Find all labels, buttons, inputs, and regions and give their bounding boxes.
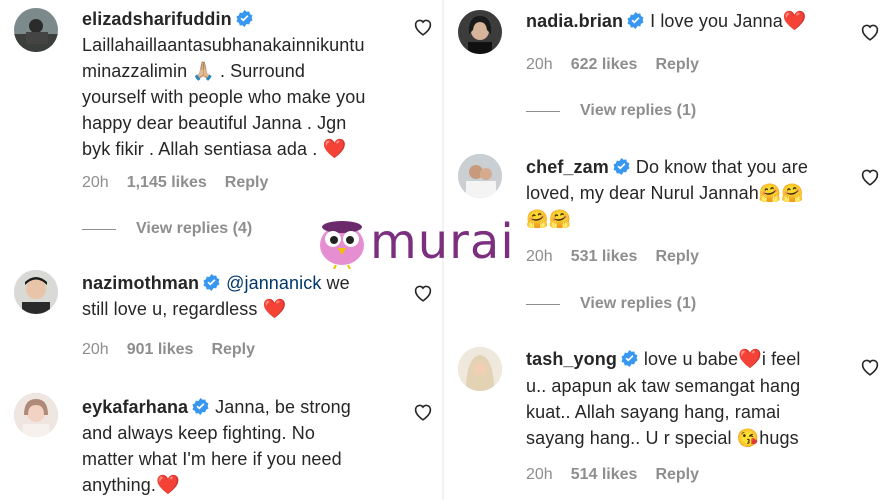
comment-meta: 20h 622 likes Reply [526,56,699,74]
avatar[interactable] [14,8,58,52]
comment-text: nazimothman @jannanick we still love u, r… [82,270,402,323]
hugging-face-emoji: 🤗 [526,209,549,229]
verified-badge-icon [613,158,630,175]
view-replies-button[interactable]: View replies (1) [526,295,696,313]
verified-badge-icon [627,12,644,29]
heart-like-icon[interactable] [860,358,880,376]
comment-meta: 20h 514 likes Reply [526,466,699,484]
hugging-face-emoji: 🤗 [758,183,782,203]
username[interactable]: nadia.brian [526,11,623,31]
comment-line: kuat.. Allah sayang hang, ramai [526,402,781,422]
verified-badge-icon [621,350,638,367]
comment-text: eykafarhana Janna, be strong and always k… [82,394,412,499]
likes-count[interactable]: 531 likes [571,248,638,266]
comment-line: byk fikir . Allah sentiasa ada . [82,139,318,159]
heart-like-icon[interactable] [413,18,433,36]
comment-line: sayang hang.. U r special [526,428,732,448]
view-replies-label: View replies (4) [136,220,253,237]
comment-line: yourself with people who make you [82,87,366,107]
view-replies-label: View replies (1) [580,295,697,312]
timestamp: 20h [526,56,553,73]
heart-emoji: ❤️ [155,475,180,496]
comment-line: Janna, be strong [215,397,351,417]
comment-text: elizadsharifuddin Laillahaillaantasubhan… [82,6,412,163]
comment-line: love u babe [643,349,739,369]
hugging-face-emoji: 🤗 [781,183,804,203]
bird-mascot-icon [320,221,364,269]
avatar[interactable] [14,270,58,314]
comment-line: still love u, regardless [82,299,258,319]
comment-meta: 20h 1,145 likes Reply [82,174,268,192]
comment-line: . Surround [219,61,306,81]
comment-meta: 20h 901 likes Reply [82,341,255,359]
username[interactable]: chef_zam [526,157,609,177]
comment-line: happy dear beautiful Janna . Jgn [82,113,347,133]
heart-emoji: ❤️ [322,139,347,160]
verified-badge-icon [192,398,209,415]
username[interactable]: tash_yong [526,349,617,369]
verified-badge-icon [203,274,220,291]
view-replies-button[interactable]: View replies (4) [82,220,252,238]
timestamp: 20h [82,174,109,191]
comment-line: minazzalimin [82,61,188,81]
comment-meta: 20h 531 likes Reply [526,248,699,266]
heart-like-icon[interactable] [860,23,880,41]
avatar[interactable] [458,10,502,54]
comment-line: Do know that you are [635,157,808,177]
view-replies-button[interactable]: View replies (1) [526,102,696,120]
comment-text: chef_zam Do know that you are loved, my d… [526,154,856,232]
divider [526,110,560,112]
avatar[interactable] [458,347,502,391]
kissing-face-emoji: 😘 [736,428,760,448]
comment-line: matter what I'm here if you need [82,449,342,469]
heart-like-icon[interactable] [860,168,880,186]
comment-line: anything. [82,475,156,495]
username[interactable]: nazimothman [82,273,199,293]
watermark-text: murai [370,214,515,270]
hugging-face-emoji: 🤗 [548,209,572,229]
likes-count[interactable]: 622 likes [571,56,638,74]
username[interactable]: elizadsharifuddin [82,9,232,29]
username[interactable]: eykafarhana [82,397,188,417]
heart-emoji: ❤️ [262,299,287,320]
comment-line: u.. apapun ak taw semangat hang [526,376,801,396]
comment-text: tash_yong love u babe❤️i feel u.. apapun … [526,346,856,451]
timestamp: 20h [526,248,553,265]
comment-line: I love you Janna [650,11,783,31]
divider [82,228,116,230]
praying-hands-emoji: 🙏🏼 [192,61,215,81]
avatar[interactable] [14,393,58,437]
murai-watermark-logo: murai [316,212,526,272]
reply-button[interactable]: Reply [655,248,699,266]
comment-line: Laillahaillaantasubhanakainnikuntu [82,35,365,55]
reply-button[interactable]: Reply [655,56,699,74]
comment-line: hugs [759,428,799,448]
reply-button[interactable]: Reply [225,174,269,192]
divider [526,303,560,305]
timestamp: 20h [82,341,109,358]
timestamp: 20h [526,466,553,483]
heart-like-icon[interactable] [413,284,433,302]
reply-button[interactable]: Reply [211,341,255,359]
comment-line: and always keep fighting. No [82,423,315,443]
comment-line: i feel [761,349,801,369]
comment-text: nadia.brian I love you Janna❤️ [526,8,856,35]
avatar[interactable] [458,154,502,198]
likes-count[interactable]: 1,145 likes [127,174,207,192]
comment-line: loved, my dear Nurul Jannah [526,183,759,203]
likes-count[interactable]: 514 likes [571,466,638,484]
mention-link[interactable]: @jannanick [226,273,321,293]
comment-line: we [326,273,350,293]
likes-count[interactable]: 901 likes [127,341,194,359]
view-replies-label: View replies (1) [580,102,697,119]
heart-emoji: ❤️ [782,11,807,32]
verified-badge-icon [236,10,253,27]
heart-emoji: ❤️ [738,349,762,370]
reply-button[interactable]: Reply [655,466,699,484]
heart-like-icon[interactable] [413,403,433,421]
